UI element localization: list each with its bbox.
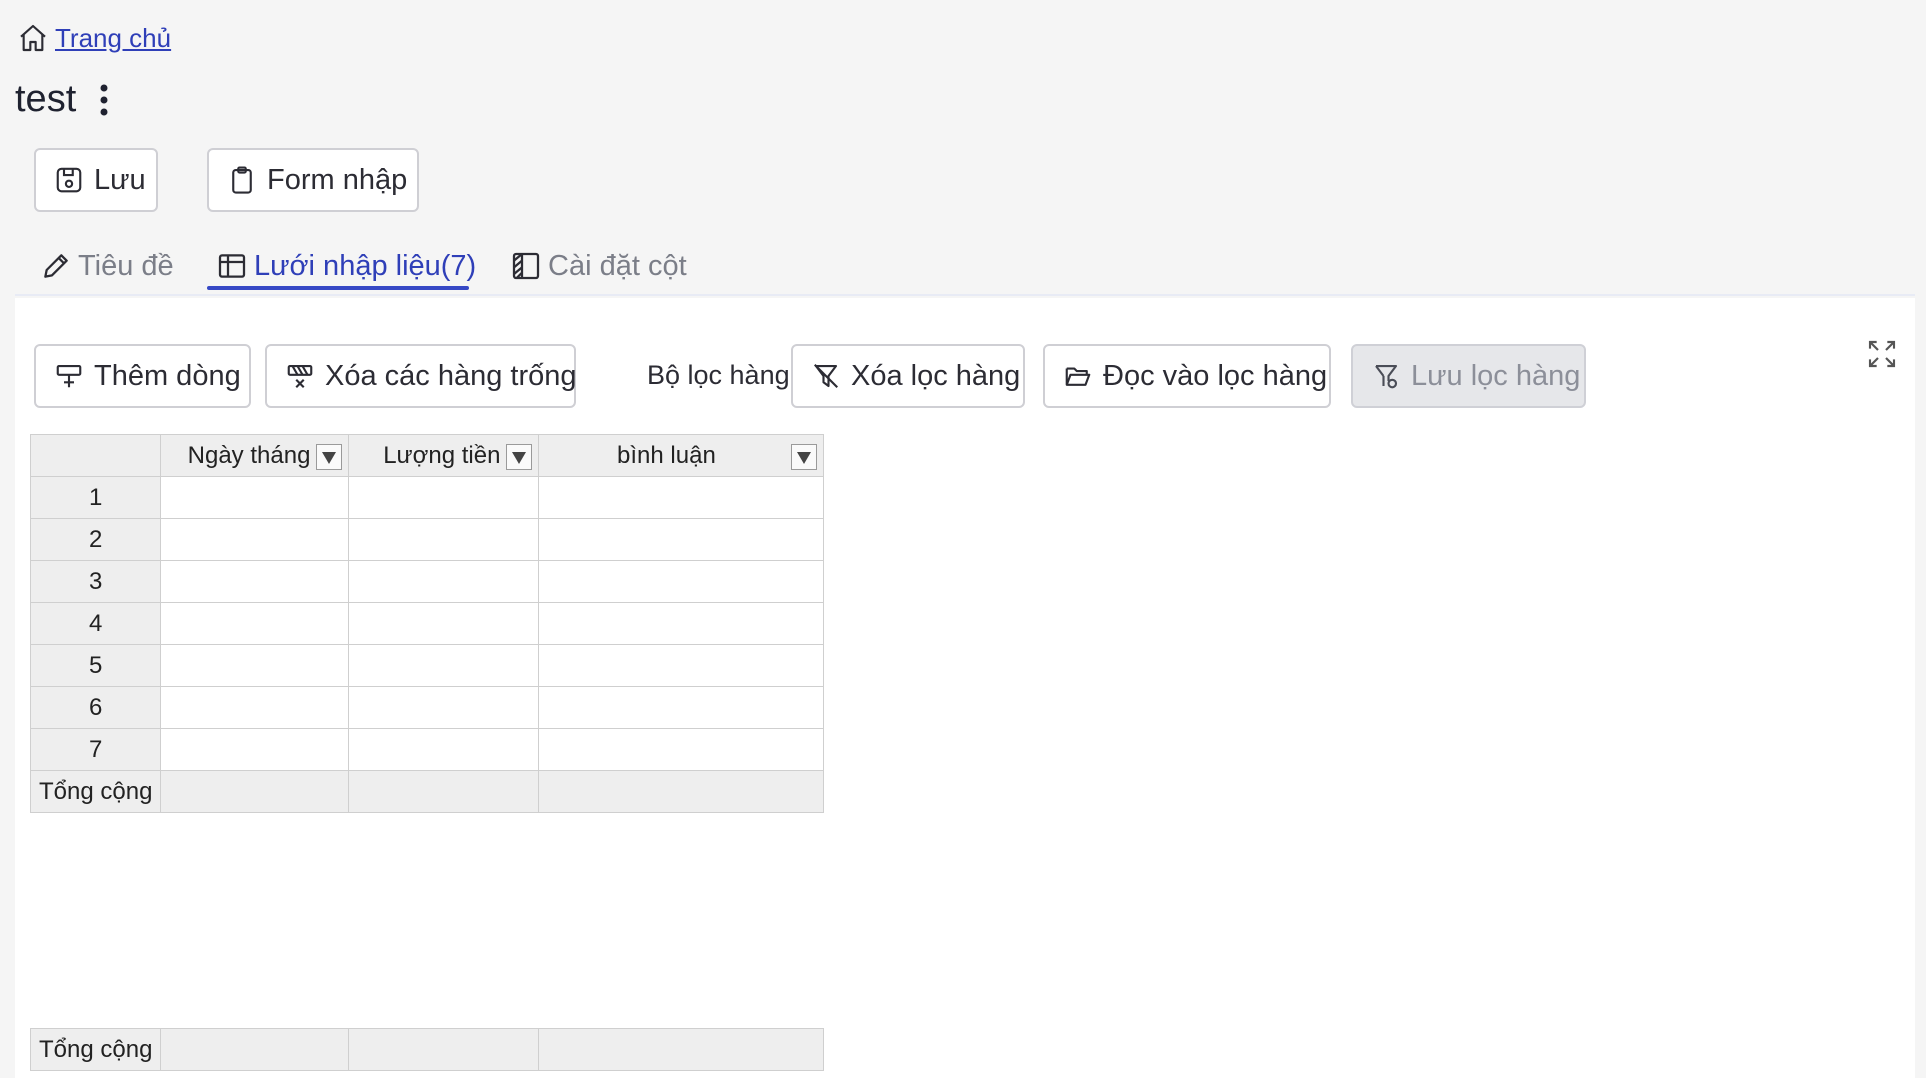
column-header-label: bình luận — [617, 441, 716, 469]
grid-cell[interactable] — [538, 518, 825, 561]
delete-empty-rows-label: Xóa các hàng trống — [325, 359, 577, 392]
column-filter-dropdown-icon[interactable] — [506, 444, 533, 470]
row-number[interactable]: 5 — [29, 644, 162, 687]
grid-cell[interactable] — [348, 518, 540, 561]
save-button-label: Lưu — [94, 163, 146, 196]
tab-column-settings[interactable]: Cài đặt cột — [510, 242, 687, 290]
grid-cell[interactable] — [348, 560, 540, 603]
total-cell — [538, 770, 825, 813]
table-row: 7 — [29, 728, 825, 771]
kebab-menu-icon[interactable] — [94, 80, 114, 120]
save-filter-button[interactable]: Lưu lọc hàng — [1351, 344, 1586, 408]
footer-total-row: Tổng cộng — [29, 1028, 825, 1071]
delete-rows-icon — [285, 361, 315, 391]
table-row: 5 — [29, 644, 825, 687]
total-cell — [348, 770, 540, 813]
grid-cell[interactable] — [160, 644, 350, 687]
active-tab-indicator — [207, 286, 469, 290]
save-button[interactable]: Lưu — [34, 148, 158, 212]
filter-save-icon — [1371, 361, 1401, 391]
tab-data-grid[interactable]: Lưới nhập liệu(7) — [216, 242, 476, 290]
fullscreen-expand-icon[interactable] — [1866, 338, 1898, 370]
row-number[interactable]: 1 — [29, 476, 162, 519]
table-row: 6 — [29, 686, 825, 729]
grid-cell[interactable] — [160, 728, 350, 771]
row-number[interactable]: 3 — [29, 560, 162, 603]
add-row-button[interactable]: Thêm dòng — [34, 344, 251, 408]
grid-corner-cell — [29, 434, 162, 477]
footer-total-cell — [538, 1028, 825, 1071]
grid-cell[interactable] — [348, 686, 540, 729]
grid-cell[interactable] — [348, 728, 540, 771]
grid-header-row: Ngày tháng Lượng tiền bình luận — [29, 434, 825, 477]
grid-cell[interactable] — [160, 476, 350, 519]
table-row: 4 — [29, 602, 825, 645]
grid-cell[interactable] — [160, 560, 350, 603]
grid-cell[interactable] — [348, 644, 540, 687]
grid-cell[interactable] — [348, 602, 540, 645]
floppy-disk-icon — [54, 165, 84, 195]
clipboard-icon — [227, 165, 257, 195]
grid-cell[interactable] — [160, 518, 350, 561]
pencil-icon — [40, 250, 72, 282]
table-row: 2 — [29, 518, 825, 561]
save-filter-label: Lưu lọc hàng — [1411, 359, 1581, 392]
row-number[interactable]: 4 — [29, 602, 162, 645]
column-header-amount[interactable]: Lượng tiền — [348, 434, 540, 477]
total-label: Tổng cộng — [29, 770, 162, 813]
grid-cell[interactable] — [348, 476, 540, 519]
row-number[interactable]: 2 — [29, 518, 162, 561]
column-header-date[interactable]: Ngày tháng — [160, 434, 350, 477]
clear-filter-label: Xóa lọc hàng — [851, 359, 1021, 392]
add-row-icon — [54, 361, 84, 391]
tab-title[interactable]: Tiêu đề — [40, 242, 174, 290]
total-row: Tổng cộng — [29, 770, 825, 813]
column-header-label: Lượng tiền — [383, 441, 501, 469]
grid-cell[interactable] — [538, 476, 825, 519]
column-settings-icon — [510, 250, 542, 282]
footer-total-cell — [160, 1028, 350, 1071]
tab-title-label: Tiêu đề — [78, 249, 174, 282]
add-row-label: Thêm dòng — [94, 359, 241, 392]
grid-footer: Tổng cộng — [29, 1028, 825, 1071]
column-header-comment[interactable]: bình luận — [538, 434, 825, 477]
tab-column-settings-label: Cài đặt cột — [548, 249, 687, 282]
breadcrumb: Trang chủ — [17, 22, 171, 54]
grid-cell[interactable] — [160, 602, 350, 645]
column-header-label: Ngày tháng — [187, 441, 311, 469]
grid-cell[interactable] — [160, 686, 350, 729]
tab-data-grid-label: Lưới nhập liệu(7) — [254, 249, 477, 282]
delete-empty-rows-button[interactable]: Xóa các hàng trống — [265, 344, 577, 408]
breadcrumb-home-link[interactable]: Trang chủ — [55, 23, 171, 54]
table-row: 3 — [29, 560, 825, 603]
grid-cell[interactable] — [538, 644, 825, 687]
total-cell — [160, 770, 350, 813]
table-row: 1 — [29, 476, 825, 519]
clear-filter-button[interactable]: Xóa lọc hàng — [791, 344, 1025, 408]
footer-total-cell — [348, 1028, 540, 1071]
grid-cell[interactable] — [538, 560, 825, 603]
grid-cell[interactable] — [538, 602, 825, 645]
home-icon[interactable] — [17, 22, 49, 54]
data-grid: Ngày tháng Lượng tiền bình luận 1 2 3 4 … — [29, 434, 825, 813]
footer-total-label: Tổng cộng — [29, 1028, 162, 1071]
column-filter-dropdown-icon[interactable] — [316, 444, 343, 470]
page-title: test — [15, 78, 77, 120]
load-filter-button[interactable]: Đọc vào lọc hàng — [1043, 344, 1331, 408]
tab-divider — [15, 294, 1915, 296]
folder-open-icon — [1063, 361, 1093, 391]
row-number[interactable]: 7 — [29, 728, 162, 771]
column-filter-dropdown-icon[interactable] — [791, 444, 818, 470]
filter-off-icon — [811, 361, 841, 391]
grid-cell[interactable] — [538, 728, 825, 771]
load-filter-label: Đọc vào lọc hàng — [1103, 359, 1328, 392]
table-icon — [216, 250, 248, 282]
grid-cell[interactable] — [538, 686, 825, 729]
row-number[interactable]: 6 — [29, 686, 162, 729]
row-filter-label: Bộ lọc hàng — [647, 360, 790, 390]
form-input-button-label: Form nhập — [267, 163, 408, 196]
title-row: test — [15, 78, 114, 121]
form-input-button[interactable]: Form nhập — [207, 148, 419, 212]
